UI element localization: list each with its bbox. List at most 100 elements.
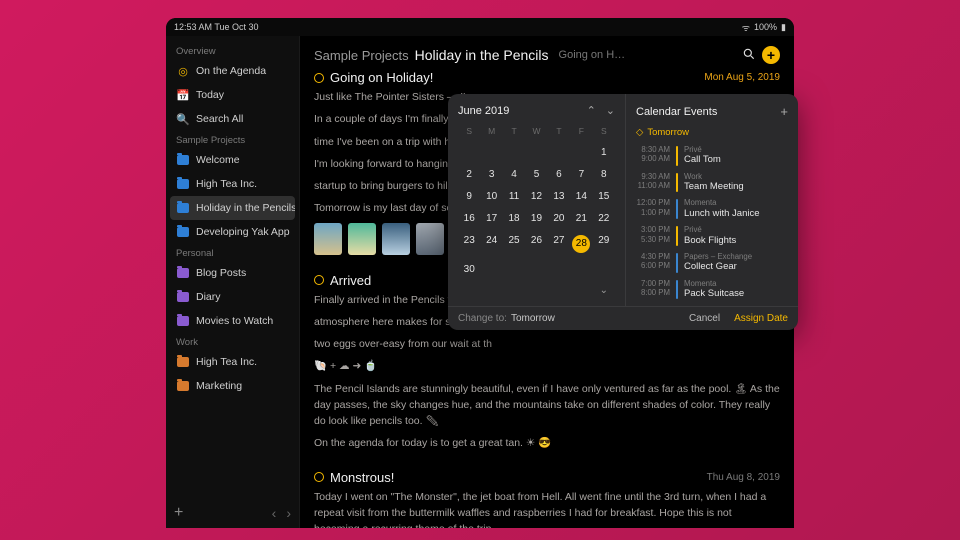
calendar-day[interactable]: 15 xyxy=(593,186,615,208)
calendar-day[interactable]: 3 xyxy=(480,164,502,186)
event-title: Team Meeting xyxy=(684,181,788,192)
nav-forward-icon[interactable]: › xyxy=(286,505,291,521)
status-bar: 12:53 AM Tue Oct 30 ᯤ 100% ▮ xyxy=(166,18,794,36)
entry-title[interactable]: Arrived xyxy=(330,273,371,288)
event-color-bar xyxy=(676,173,678,193)
on-the-agenda-icon: ◎ xyxy=(176,64,190,78)
calendar-day[interactable]: 6 xyxy=(548,164,570,186)
sidebar-item[interactable]: Developing Yak App xyxy=(166,220,299,244)
folder-icon xyxy=(176,153,190,167)
sidebar-item[interactable]: Welcome xyxy=(166,148,299,172)
entry-title[interactable]: Monstrous! xyxy=(330,470,394,485)
search-icon[interactable] xyxy=(742,47,756,64)
calendar-day[interactable]: 10 xyxy=(480,186,502,208)
sidebar-item[interactable]: 📅Today xyxy=(166,83,299,107)
calendar-day[interactable]: 30 xyxy=(458,259,480,281)
calendar-day[interactable]: 7 xyxy=(570,164,592,186)
calendar-day[interactable]: 5 xyxy=(525,164,547,186)
event-row[interactable]: 9:30 AM11:00 AM WorkTeam Meeting xyxy=(636,169,788,196)
sidebar-item-label: On the Agenda xyxy=(196,65,266,77)
calendar-day[interactable]: 22 xyxy=(593,208,615,230)
cancel-button[interactable]: Cancel xyxy=(689,313,720,324)
calendar-empty: . xyxy=(525,142,547,164)
sidebar-item[interactable]: High Tea Inc. xyxy=(166,350,299,374)
sidebar-add-button[interactable]: + xyxy=(174,504,183,522)
entry-bullet-icon xyxy=(314,73,324,83)
sidebar-item-label: Developing Yak App xyxy=(196,226,290,238)
calendar-empty: . xyxy=(548,142,570,164)
sidebar-item[interactable]: Diary xyxy=(166,285,299,309)
calendar-day[interactable]: 24 xyxy=(480,230,502,259)
calendar-day[interactable]: 8 xyxy=(593,164,615,186)
event-category: Privé xyxy=(684,225,788,234)
add-button[interactable]: + xyxy=(762,46,780,64)
image-thumbnail[interactable] xyxy=(348,223,376,255)
calendar-day[interactable]: 23 xyxy=(458,230,480,259)
calendar-day[interactable]: 11 xyxy=(503,186,525,208)
sidebar-item-label: Search All xyxy=(196,113,243,125)
add-event-icon[interactable]: + xyxy=(780,104,788,119)
event-row[interactable]: 7:00 PM8:00 PMMomentaPack Suitcase xyxy=(636,276,788,303)
calendar-day[interactable]: 1 xyxy=(593,142,615,164)
calendar-more-icon[interactable]: ⌄ xyxy=(593,280,615,302)
date-picker-popover: June 2019 ⌃ ⌄ SMTWTFS......1234567891011… xyxy=(448,94,798,330)
calendar-day[interactable]: 27 xyxy=(548,230,570,259)
folder-icon xyxy=(176,266,190,280)
breadcrumb[interactable]: Sample Projects xyxy=(314,48,409,63)
nav-back-icon[interactable]: ‹ xyxy=(272,505,277,521)
folder-icon xyxy=(176,379,190,393)
sidebar-item[interactable]: High Tea Inc. xyxy=(166,172,299,196)
event-category: Papers – Exchange xyxy=(684,252,788,261)
sidebar-item[interactable]: Marketing xyxy=(166,374,299,398)
event-time: 12:00 PM1:00 PM xyxy=(636,198,670,217)
event-row[interactable]: 8:30 AM9:00 AMPrivéCall Tom xyxy=(636,142,788,169)
calendar-next-icon[interactable]: ⌄ xyxy=(606,104,615,117)
event-row[interactable]: 12:00 PM1:00 PMMomentaLunch with Janice xyxy=(636,195,788,222)
calendar-day[interactable]: 17 xyxy=(480,208,502,230)
entry-date[interactable]: Thu Aug 8, 2019 xyxy=(707,472,780,483)
image-thumbnail[interactable] xyxy=(314,223,342,255)
battery-icon: ▮ xyxy=(781,22,786,33)
entry-date[interactable]: Mon Aug 5, 2019 xyxy=(704,72,780,83)
current-tab[interactable]: Going on Holi… xyxy=(559,49,629,61)
calendar-day[interactable]: 13 xyxy=(548,186,570,208)
calendar-day[interactable]: 19 xyxy=(525,208,547,230)
calendar-dow: W xyxy=(525,123,547,142)
calendar-day[interactable]: 29 xyxy=(593,230,615,259)
assign-date-button[interactable]: Assign Date xyxy=(734,313,788,324)
calendar-day[interactable]: 16 xyxy=(458,208,480,230)
calendar-dow: S xyxy=(593,123,615,142)
calendar-day[interactable]: 28 xyxy=(570,230,592,259)
battery-label: 100% xyxy=(754,22,777,32)
event-category: Work xyxy=(684,172,788,181)
calendar-day[interactable]: 4 xyxy=(503,164,525,186)
calendar-day[interactable]: 12 xyxy=(525,186,547,208)
calendar-day[interactable]: 21 xyxy=(570,208,592,230)
sidebar-item-label: Welcome xyxy=(196,154,240,166)
calendar-day[interactable]: 14 xyxy=(570,186,592,208)
event-title: Book Flights xyxy=(684,235,788,246)
event-time: 8:30 AM9:00 AM xyxy=(636,145,670,164)
event-time: 9:30 AM11:00 AM xyxy=(636,172,670,191)
sidebar-item[interactable]: Movies to Watch xyxy=(166,309,299,333)
calendar-empty: . xyxy=(593,259,615,281)
calendar-day[interactable]: 9 xyxy=(458,186,480,208)
event-row[interactable]: 4:30 PM6:00 PMPapers – ExchangeCollect G… xyxy=(636,249,788,276)
sidebar-item[interactable]: Blog Posts xyxy=(166,261,299,285)
calendar-day[interactable]: 25 xyxy=(503,230,525,259)
image-thumbnail[interactable] xyxy=(416,223,444,255)
sidebar-item[interactable]: Holiday in the Pencils xyxy=(170,196,295,220)
calendar-month-label: June 2019 xyxy=(458,105,509,117)
calendar-day[interactable]: 2 xyxy=(458,164,480,186)
calendar-day[interactable]: 20 xyxy=(548,208,570,230)
entry-title[interactable]: Going on Holiday! xyxy=(330,70,433,85)
sidebar-item-label: Movies to Watch xyxy=(196,315,273,327)
event-row[interactable]: 3:00 PM5:30 PMPrivéBook Flights xyxy=(636,222,788,249)
calendar-day[interactable]: 26 xyxy=(525,230,547,259)
calendar-day[interactable]: 18 xyxy=(503,208,525,230)
image-thumbnail[interactable] xyxy=(382,223,410,255)
sidebar-item[interactable]: 🔍Search All xyxy=(166,107,299,131)
calendar-prev-icon[interactable]: ⌃ xyxy=(587,104,596,117)
sidebar-item[interactable]: ◎ On the Agenda xyxy=(166,59,299,83)
change-to-value[interactable]: Tomorrow xyxy=(511,313,555,324)
